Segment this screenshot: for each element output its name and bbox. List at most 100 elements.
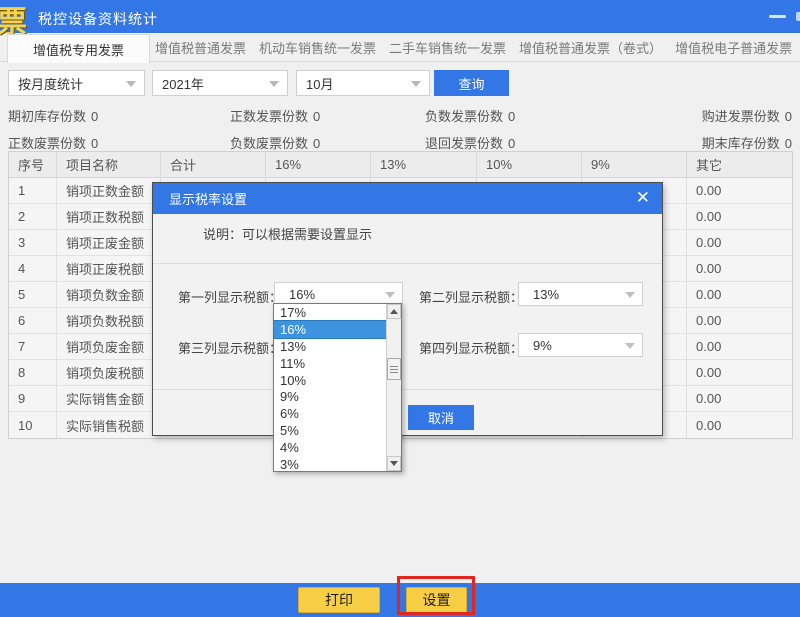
row-other-value: 0.00 bbox=[696, 313, 722, 328]
tab-used-car-invoice[interactable]: 二手车销售统一发票 bbox=[389, 38, 506, 57]
row-other-value: 0.00 bbox=[696, 339, 722, 354]
year-select[interactable]: 2021年 bbox=[152, 70, 288, 96]
chevron-down-icon bbox=[269, 81, 279, 87]
option-9pct[interactable]: 9% bbox=[274, 388, 386, 405]
option-10pct[interactable]: 10% bbox=[274, 372, 386, 389]
scrollbar-thumb[interactable] bbox=[387, 358, 401, 380]
chevron-down-icon bbox=[625, 292, 635, 298]
row-name: 销项正数税额 bbox=[57, 204, 161, 229]
dialog-header: 显示税率设置 ✕ bbox=[153, 183, 662, 214]
scroll-up-icon[interactable] bbox=[387, 304, 401, 319]
print-button[interactable]: 打印 bbox=[298, 587, 380, 613]
row-no: 4 bbox=[9, 256, 57, 281]
tab-vat-e-invoice[interactable]: 增值税电子普通发票 bbox=[675, 38, 792, 57]
row-name: 销项负废金额 bbox=[57, 334, 161, 359]
col-header-total: 合计 bbox=[161, 152, 266, 177]
rate-options-list: 17% 16% 13% 11% 10% 9% 6% 5% 4% 3% bbox=[273, 304, 387, 473]
col-header-no: 序号 bbox=[9, 152, 57, 177]
row-no: 3 bbox=[9, 230, 57, 255]
column2-rate-select[interactable]: 13% bbox=[518, 282, 643, 306]
filter-bar: 按月度统计 2021年 10月 查询 bbox=[0, 70, 800, 96]
close-icon[interactable]: ✕ bbox=[636, 188, 650, 208]
row-name: 销项负废税额 bbox=[57, 360, 161, 385]
option-17pct[interactable]: 17% bbox=[274, 304, 386, 321]
tab-motor-vehicle-invoice[interactable]: 机动车销售统一发票 bbox=[259, 38, 376, 57]
col-header-13pct: 13% bbox=[371, 152, 477, 177]
chevron-down-icon bbox=[126, 81, 136, 87]
row-no: 8 bbox=[9, 360, 57, 385]
chevron-down-icon bbox=[385, 292, 395, 298]
minimize-icon[interactable] bbox=[769, 15, 786, 18]
tab-list: 增值税普通发票 机动车销售统一发票 二手车销售统一发票 增值税普通发票（卷式） … bbox=[155, 33, 792, 61]
column2-rate-value: 13% bbox=[533, 286, 560, 302]
col-header-item-name: 项目名称 bbox=[57, 152, 161, 177]
row-no: 1 bbox=[9, 178, 57, 203]
tax-rate-settings-dialog: 显示税率设置 ✕ 说明：可以根据需要设置显示 第一列显示税额： 16% 第二列显… bbox=[152, 182, 663, 436]
month-select[interactable]: 10月 bbox=[296, 70, 430, 96]
column1-rate-value: 16% bbox=[289, 286, 316, 302]
stat-purchased-invoices: 购进发票份数 0 bbox=[701, 109, 792, 124]
table-header-row: 序号 项目名称 合计 16% 13% 10% 9% 其它 bbox=[9, 152, 792, 178]
chevron-down-icon bbox=[625, 343, 635, 349]
stats-row-1: 期初库存份数 0 正数发票份数 0 负数发票份数 0 购进发票份数 0 bbox=[0, 106, 800, 124]
row-other-value: 0.00 bbox=[696, 209, 722, 224]
dropdown-scrollbar[interactable] bbox=[386, 304, 401, 471]
col-header-other: 其它 bbox=[696, 158, 723, 173]
option-4pct[interactable]: 4% bbox=[274, 439, 386, 456]
row-no: 6 bbox=[9, 308, 57, 333]
row-other-value: 0.00 bbox=[696, 183, 722, 198]
column4-rate-value: 9% bbox=[533, 337, 552, 353]
title-bar: 票 税控设备资料统计 bbox=[0, 0, 800, 39]
row-other-value: 0.00 bbox=[696, 391, 722, 406]
dialog-title: 显示税率设置 bbox=[169, 192, 248, 207]
row-no: 10 bbox=[9, 412, 57, 438]
stat-negative-invoices: 负数发票份数 0 bbox=[425, 109, 516, 124]
row-name: 销项负数金额 bbox=[57, 282, 161, 307]
row-other-value: 0.00 bbox=[696, 235, 722, 250]
cancel-button[interactable]: 取消 bbox=[408, 405, 474, 430]
row-no: 5 bbox=[9, 282, 57, 307]
tab-vat-roll-invoice[interactable]: 增值税普通发票（卷式） bbox=[519, 38, 662, 57]
row-other-value: 0.00 bbox=[696, 287, 722, 302]
col-header-10pct: 10% bbox=[477, 152, 582, 177]
row-name: 销项负数税额 bbox=[57, 308, 161, 333]
app-window: 票 税控设备资料统计 增值税专用发票 增值税普通发票 机动车销售统一发票 二手车… bbox=[0, 0, 800, 617]
bottom-action-bar: 打印 设置 bbox=[0, 583, 800, 617]
tab-vat-special-invoice[interactable]: 增值税专用发票 bbox=[7, 34, 150, 63]
option-16pct-selected[interactable]: 16% bbox=[273, 319, 387, 339]
tab-vat-ordinary-invoice[interactable]: 增值税普通发票 bbox=[155, 38, 246, 57]
field3-label: 第三列显示税额： bbox=[178, 341, 283, 356]
query-button[interactable]: 查询 bbox=[434, 70, 509, 96]
option-5pct[interactable]: 5% bbox=[274, 422, 386, 439]
stat-closing-stock: 期末库存份数 0 bbox=[701, 136, 792, 151]
field2-label: 第二列显示税额： bbox=[419, 290, 524, 305]
row-name: 销项正废金额 bbox=[57, 230, 161, 255]
chevron-down-icon bbox=[411, 81, 421, 87]
row-other-value: 0.00 bbox=[696, 261, 722, 276]
row-name: 销项正数金额 bbox=[57, 178, 161, 203]
scroll-down-icon[interactable] bbox=[387, 456, 401, 471]
column4-rate-select[interactable]: 9% bbox=[518, 333, 643, 357]
divider bbox=[153, 389, 662, 390]
option-11pct[interactable]: 11% bbox=[274, 355, 386, 372]
row-no: 7 bbox=[9, 334, 57, 359]
settings-button[interactable]: 设置 bbox=[406, 587, 467, 613]
year-select-value: 2021年 bbox=[162, 76, 204, 92]
row-no: 2 bbox=[9, 204, 57, 229]
field4-label: 第四列显示税额： bbox=[419, 341, 524, 356]
stat-positive-void: 正数废票份数 0 bbox=[8, 136, 99, 151]
stat-opening-stock: 期初库存份数 0 bbox=[8, 109, 99, 124]
stat-returned-invoices: 退回发票份数 0 bbox=[425, 136, 516, 151]
month-select-value: 10月 bbox=[306, 76, 334, 92]
tab-bar: 增值税专用发票 增值税普通发票 机动车销售统一发票 二手车销售统一发票 增值税普… bbox=[0, 33, 800, 63]
field1-label: 第一列显示税额： bbox=[178, 290, 283, 305]
option-6pct[interactable]: 6% bbox=[274, 405, 386, 422]
option-13pct[interactable]: 13% bbox=[274, 338, 386, 355]
stat-negative-void: 负数废票份数 0 bbox=[230, 136, 321, 151]
row-no: 9 bbox=[9, 386, 57, 411]
period-select[interactable]: 按月度统计 bbox=[8, 70, 145, 96]
row-name: 实际销售金额 bbox=[57, 386, 161, 411]
stat-positive-invoices: 正数发票份数 0 bbox=[230, 109, 321, 124]
option-3pct[interactable]: 3% bbox=[274, 456, 386, 473]
window-control-partial-icon[interactable] bbox=[796, 12, 800, 21]
